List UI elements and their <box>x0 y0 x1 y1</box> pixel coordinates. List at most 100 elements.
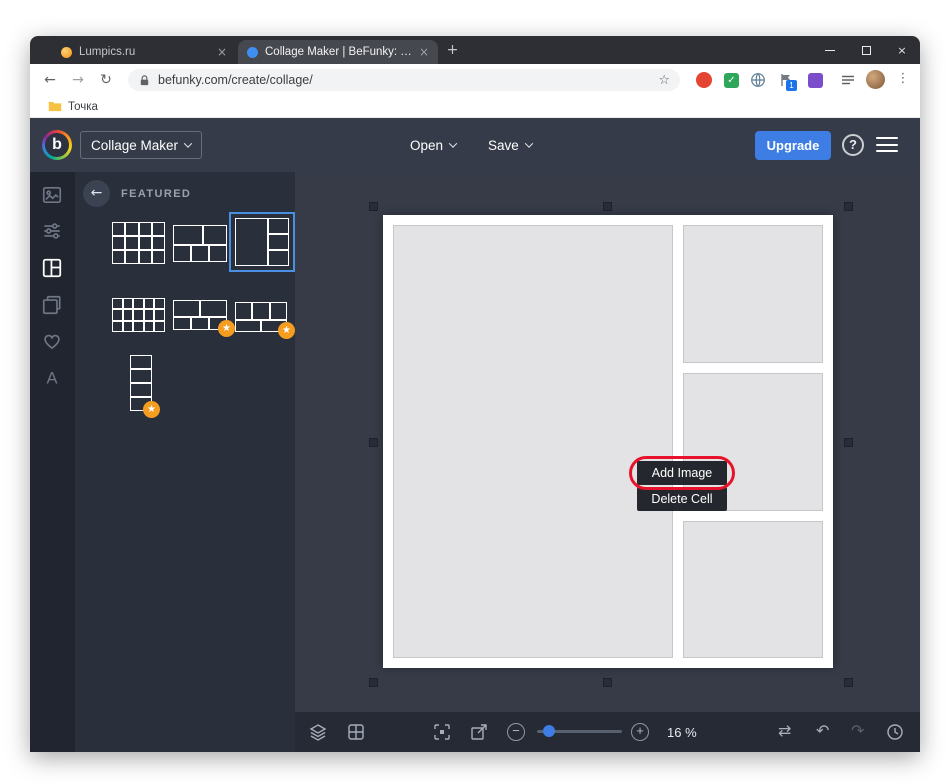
redo-icon[interactable]: ↷ <box>851 721 864 740</box>
save-menu-button[interactable]: Save <box>488 131 534 159</box>
chevron-down-icon <box>183 139 193 148</box>
selection-handle[interactable] <box>603 202 612 211</box>
address-bar[interactable]: befunky.com/create/collage/ ☆ <box>128 69 680 91</box>
upgrade-button[interactable]: Upgrade <box>755 131 831 160</box>
minimize-button[interactable] <box>812 36 848 64</box>
globe-extension-icon[interactable] <box>750 72 766 88</box>
heart-graphics-icon[interactable] <box>41 330 63 352</box>
template-cell <box>112 309 123 321</box>
tab-close-icon[interactable]: × <box>217 45 227 59</box>
tab-title: Collage Maker | BeFunky: Create <box>265 46 413 58</box>
template-cell <box>190 245 209 262</box>
template-cell <box>268 250 289 266</box>
open-in-new-icon[interactable] <box>469 722 489 742</box>
collage-layouts-icon[interactable] <box>41 257 63 279</box>
template-grid-5x3[interactable] <box>112 298 165 332</box>
save-label: Save <box>488 137 519 153</box>
template-two-over-three[interactable] <box>173 225 227 262</box>
back-icon[interactable]: ← <box>40 71 60 89</box>
template-cell <box>112 249 126 264</box>
zoom-out-button[interactable]: − <box>507 723 525 741</box>
profile-avatar[interactable] <box>866 70 885 89</box>
template-cell <box>122 298 134 310</box>
selection-handle[interactable] <box>369 202 378 211</box>
context-menu-add-image[interactable]: Add Image <box>637 461 727 485</box>
selection-handle[interactable] <box>369 678 378 687</box>
zoom-slider-knob[interactable] <box>543 725 555 737</box>
zoom-in-button[interactable]: + <box>631 723 649 741</box>
layers-icon[interactable] <box>308 722 328 742</box>
adblock-extension-icon[interactable] <box>696 72 712 88</box>
panel-back-button[interactable]: ← <box>83 180 110 207</box>
selection-handle[interactable] <box>844 202 853 211</box>
selection-handle[interactable] <box>369 438 378 447</box>
template-cell <box>112 298 123 310</box>
logo-letter: b <box>45 133 69 157</box>
checkmark-extension-icon[interactable]: ✓ <box>724 72 739 88</box>
premium-star-badge: ★ <box>278 322 295 339</box>
bookmark-folder-tochka[interactable]: Точка <box>48 101 98 113</box>
new-tab-button[interactable]: + <box>444 42 461 59</box>
zoom-to-fit-icon[interactable] <box>432 722 452 742</box>
selection-handle[interactable] <box>844 678 853 687</box>
browser-tab-strip: Lumpics.ru × Collage Maker | BeFunky: Cr… <box>30 36 920 64</box>
tab-close-icon[interactable]: × <box>419 45 429 59</box>
template-big-left-right-column[interactable] <box>229 212 295 272</box>
extension-badge: 1 <box>786 80 797 91</box>
help-button[interactable]: ? <box>842 134 864 156</box>
template-two-over-three-premium[interactable]: ★ <box>173 300 235 337</box>
template-cell <box>122 320 134 332</box>
collage-grid-icon[interactable] <box>346 722 366 742</box>
compare-icon[interactable]: ⇄ <box>778 721 791 740</box>
template-cell <box>209 245 227 262</box>
context-menu-delete-cell[interactable]: Delete Cell <box>637 487 727 511</box>
maximize-icon <box>861 45 871 55</box>
adjust-sliders-icon[interactable] <box>41 220 63 242</box>
zoom-level: 16 % <box>667 725 697 740</box>
history-clock-icon[interactable] <box>885 722 905 742</box>
bookmark-star-icon[interactable]: ☆ <box>658 73 670 88</box>
window-controls: × <box>812 36 920 64</box>
undo-icon[interactable]: ↶ <box>816 721 829 740</box>
collage-cell-1[interactable] <box>393 225 673 658</box>
browser-menu-icon[interactable]: ⋮ <box>896 71 910 86</box>
selection-handle[interactable] <box>844 438 853 447</box>
purple-extension-icon[interactable] <box>808 72 823 88</box>
tab-lumpics[interactable]: Lumpics.ru × <box>52 40 236 64</box>
template-cell <box>190 316 209 330</box>
template-cell <box>173 225 203 246</box>
tab-befunky-collage-maker[interactable]: Collage Maker | BeFunky: Create × <box>238 40 438 64</box>
template-cell <box>173 245 191 262</box>
bookmarks-bar: Точка <box>30 96 920 118</box>
product-menu-button[interactable]: Collage Maker <box>80 131 203 159</box>
template-cell <box>133 298 144 310</box>
text-tool-icon[interactable]: A <box>41 367 63 389</box>
app-body: A ← FEATURED ★ ★ ★ Add Image Delete Cell <box>30 172 920 752</box>
reload-icon[interactable]: ↻ <box>96 71 116 89</box>
browser-window: Lumpics.ru × Collage Maker | BeFunky: Cr… <box>30 36 920 752</box>
close-button[interactable]: × <box>884 36 920 64</box>
folder-icon <box>48 101 62 112</box>
template-cell <box>125 249 139 264</box>
tool-rail: A <box>30 172 75 752</box>
selection-handle[interactable] <box>603 678 612 687</box>
open-label: Open <box>410 137 444 153</box>
template-vertical-strip-premium[interactable]: ★ <box>130 355 160 418</box>
open-menu-button[interactable]: Open <box>410 131 458 159</box>
collage-cell-2[interactable] <box>683 225 823 363</box>
forward-icon[interactable]: → <box>68 71 88 89</box>
maximize-button[interactable] <box>848 36 884 64</box>
template-cell <box>151 222 165 237</box>
template-cell <box>151 249 165 264</box>
context-menu: Add Image Delete Cell <box>629 456 735 513</box>
template-cell <box>154 309 165 321</box>
image-manager-icon[interactable] <box>41 294 63 316</box>
template-three-over-two-premium[interactable]: ★ <box>235 302 295 339</box>
template-grid-4x3[interactable] <box>112 222 165 264</box>
hamburger-menu-icon[interactable] <box>876 137 898 152</box>
collage-cell-4[interactable] <box>683 521 823 658</box>
edit-photo-icon[interactable] <box>41 184 63 206</box>
canvas-area: Add Image Delete Cell − + 16 % ⇄ ↶ ↷ <box>295 172 920 752</box>
befunky-logo[interactable]: b <box>42 130 72 160</box>
list-icon[interactable] <box>840 72 856 88</box>
